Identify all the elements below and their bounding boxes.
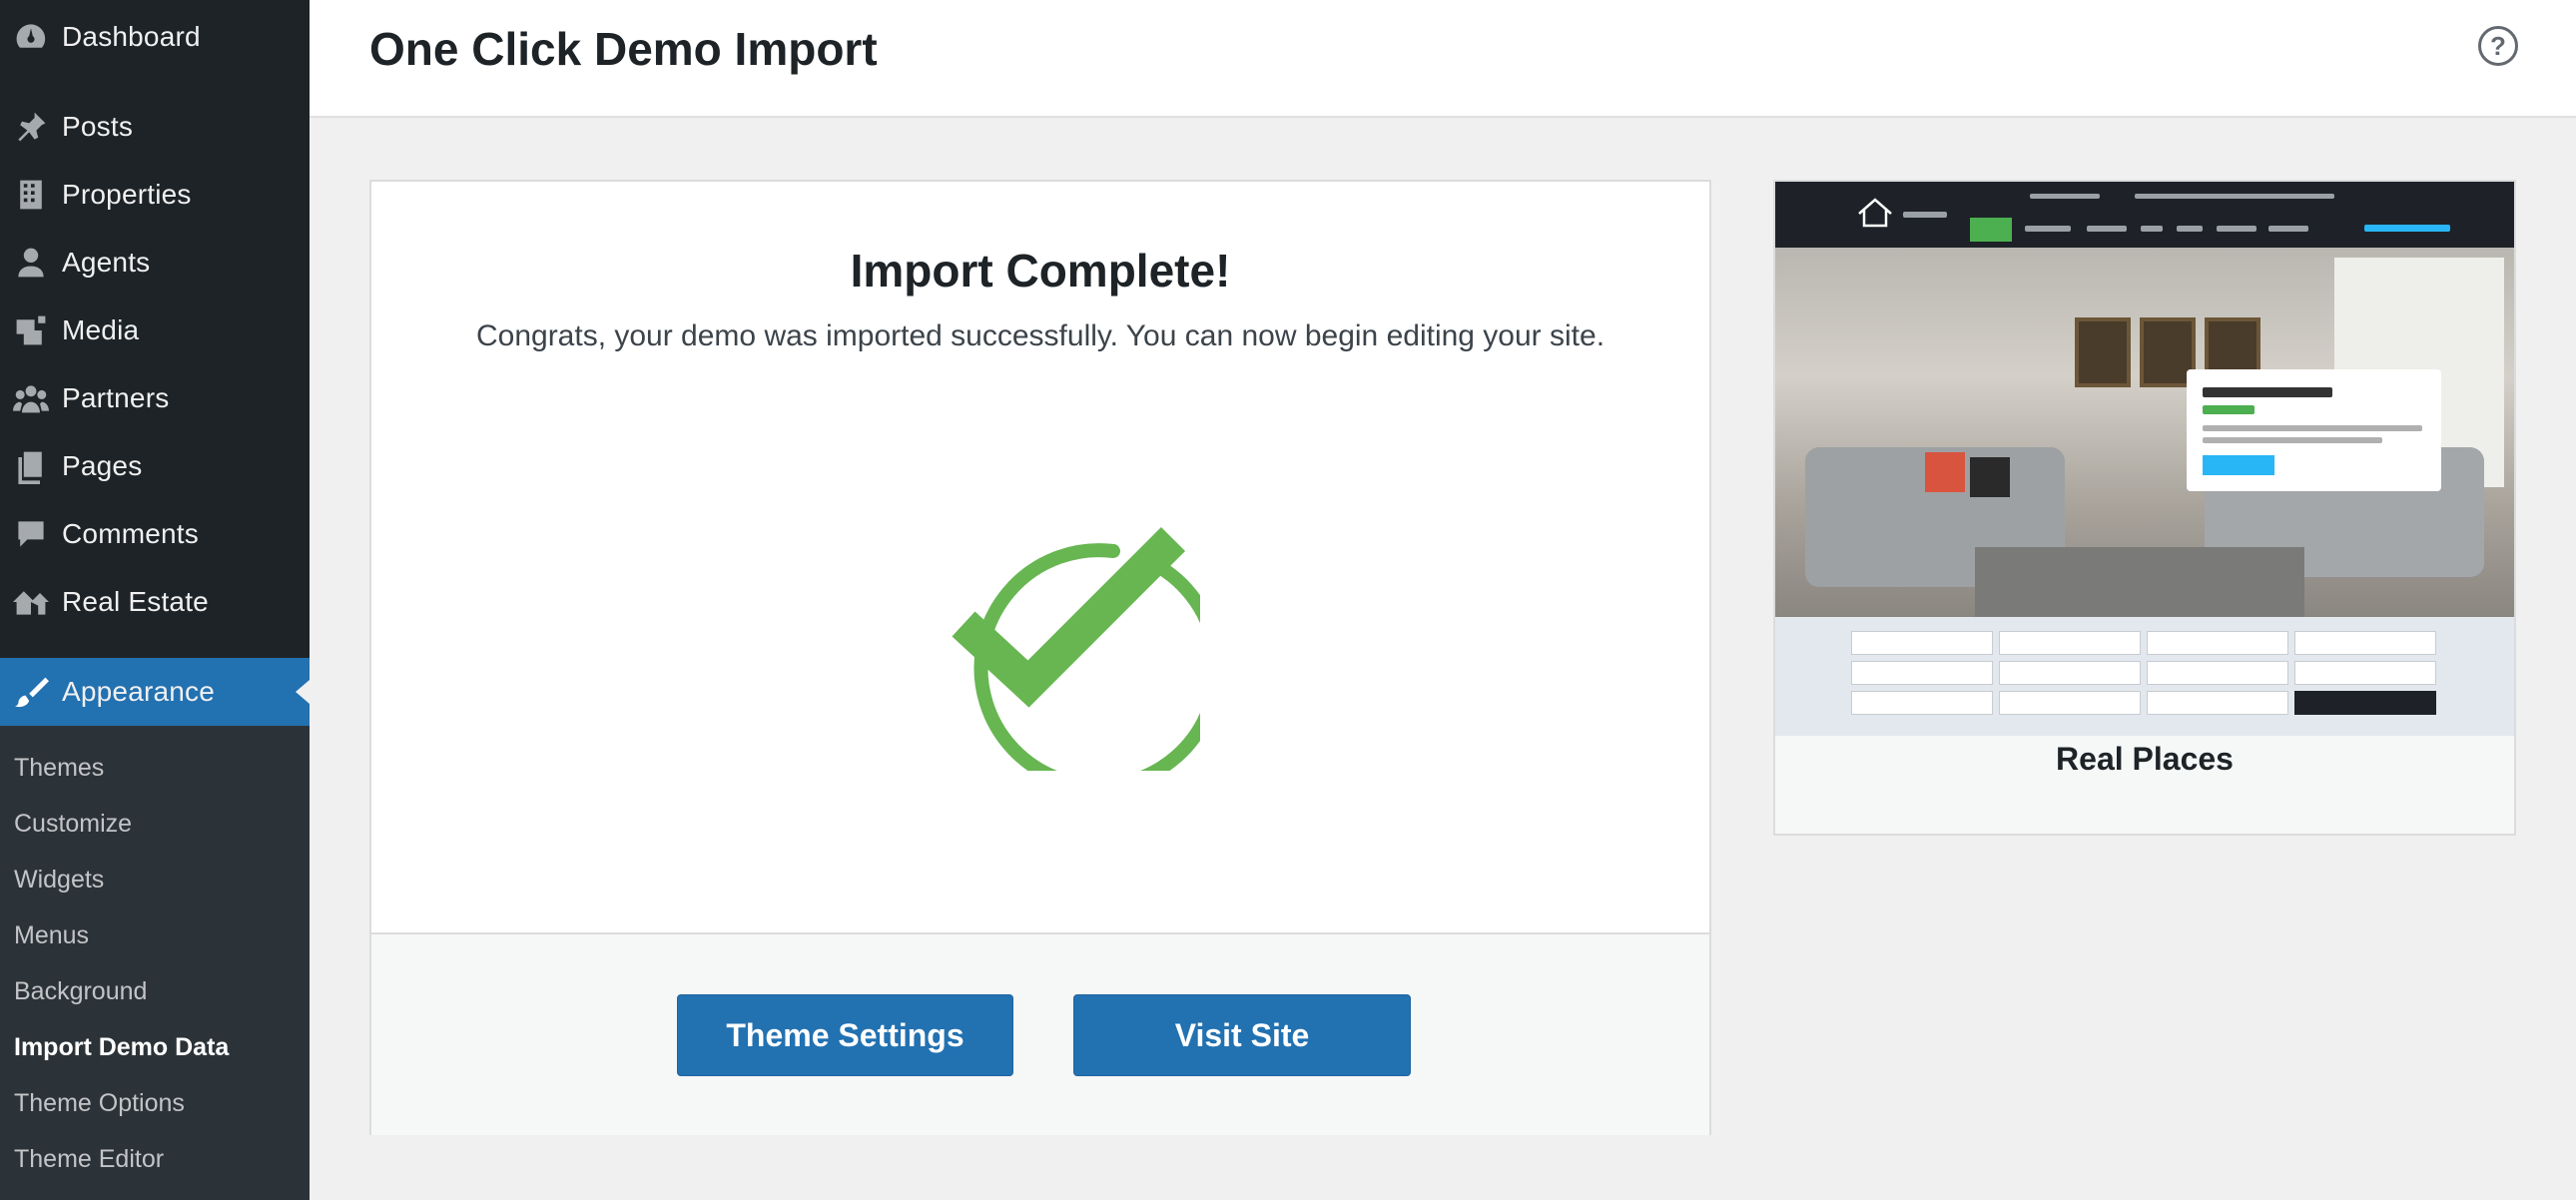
comment-icon xyxy=(0,504,62,564)
search-field xyxy=(2147,691,2288,715)
menu-item-appearance[interactable]: Appearance xyxy=(0,658,310,726)
search-field xyxy=(2147,631,2288,655)
rug xyxy=(1975,547,2304,617)
building-icon xyxy=(0,165,62,225)
living-room-photo xyxy=(1775,248,2514,683)
dashboard-icon xyxy=(0,7,62,67)
decor-line xyxy=(2203,425,2422,431)
submenu-item-theme-options[interactable]: Theme Options xyxy=(14,1083,185,1123)
houses-icon xyxy=(0,572,62,632)
menu-item-real-estate[interactable]: Real Estate xyxy=(0,572,310,632)
menu-label: Appearance xyxy=(62,676,216,707)
decor-line xyxy=(1903,212,1947,218)
card-footer: Theme Settings Visit Site xyxy=(371,932,1709,1135)
menu-label: Partners xyxy=(62,382,170,413)
user-icon xyxy=(0,233,62,293)
decor-line xyxy=(2268,226,2308,232)
admin-sidebar: Dashboard Posts Properties Agents Media … xyxy=(0,0,310,1200)
decor-line xyxy=(2141,226,2163,232)
demo-screenshot xyxy=(1775,182,2514,736)
menu-item-dashboard[interactable]: Dashboard xyxy=(0,7,310,67)
decor-line xyxy=(2177,226,2203,232)
submenu-item-background[interactable]: Background xyxy=(14,971,147,1011)
search-field xyxy=(1999,691,2141,715)
appearance-submenu: Themes Customize Widgets Menus Backgroun… xyxy=(0,726,310,1200)
menu-item-agents[interactable]: Agents xyxy=(0,233,310,293)
groups-icon xyxy=(0,368,62,428)
media-icon xyxy=(0,300,62,360)
decor-line xyxy=(2203,387,2332,397)
decor-line xyxy=(2203,405,2254,414)
pages-icon xyxy=(0,436,62,496)
submenu-item-widgets[interactable]: Widgets xyxy=(14,860,104,900)
menu-label: Dashboard xyxy=(62,21,201,52)
demo-phone-line xyxy=(2364,225,2450,232)
decor-line xyxy=(2135,194,2334,199)
featured-listing-card xyxy=(2187,369,2441,491)
decor-line xyxy=(2087,226,2127,232)
search-field xyxy=(2294,661,2436,685)
brush-icon xyxy=(0,662,62,722)
menu-label: Posts xyxy=(62,111,134,142)
page-header: One Click Demo Import ? xyxy=(310,0,2576,118)
pillow xyxy=(1970,457,2010,497)
search-field xyxy=(1999,631,2141,655)
import-complete-title: Import Complete! xyxy=(850,245,1231,297)
import-result-card: Import Complete! Congrats, your demo was… xyxy=(369,180,1711,1135)
decor-line xyxy=(2217,226,2256,232)
menu-item-partners[interactable]: Partners xyxy=(0,368,310,428)
search-field xyxy=(2147,661,2288,685)
import-complete-message: Congrats, your demo was imported success… xyxy=(475,319,1606,352)
menu-label: Media xyxy=(62,314,140,345)
decor-button xyxy=(2203,455,2274,475)
house-logo-icon xyxy=(1858,198,1892,228)
menu-item-posts[interactable]: Posts xyxy=(0,97,310,157)
menu-label: Pages xyxy=(62,450,143,481)
menu-label: Agents xyxy=(62,247,151,278)
search-field xyxy=(1999,661,2141,685)
pin-icon xyxy=(0,97,62,157)
picture-frame xyxy=(2075,317,2131,387)
search-submit xyxy=(2294,691,2436,715)
submenu-item-theme-editor[interactable]: Theme Editor xyxy=(14,1139,164,1179)
menu-item-pages[interactable]: Pages xyxy=(0,436,310,496)
search-field xyxy=(1851,661,1993,685)
visit-site-button[interactable]: Visit Site xyxy=(1073,994,1411,1076)
menu-label: Real Estate xyxy=(62,586,209,617)
demo-name: Real Places xyxy=(2056,741,2234,777)
search-field xyxy=(1851,691,1993,715)
checkmark-circle-icon xyxy=(952,526,1200,771)
menu-item-comments[interactable]: Comments xyxy=(0,504,310,564)
search-field xyxy=(1851,631,1993,655)
pillow xyxy=(1925,452,1965,492)
menu-item-media[interactable]: Media xyxy=(0,300,310,360)
demo-search-form xyxy=(1775,617,2514,736)
decor-line xyxy=(2025,226,2071,232)
decor-line xyxy=(2203,437,2382,443)
help-icon[interactable]: ? xyxy=(2478,26,2518,66)
menu-label: Properties xyxy=(62,179,192,210)
submenu-item-themes[interactable]: Themes xyxy=(14,748,104,788)
page-title: One Click Demo Import xyxy=(369,23,878,75)
submenu-item-customize[interactable]: Customize xyxy=(14,804,132,844)
decor-line xyxy=(2030,194,2100,199)
menu-label: Comments xyxy=(62,518,199,549)
demo-preview-card: Real Places xyxy=(1773,180,2516,836)
theme-settings-button[interactable]: Theme Settings xyxy=(677,994,1013,1076)
menu-item-properties[interactable]: Properties xyxy=(0,165,310,225)
demo-nav-home xyxy=(1970,218,2012,242)
submenu-item-menus[interactable]: Menus xyxy=(14,915,89,955)
submenu-item-import-demo-data[interactable]: Import Demo Data xyxy=(14,1027,229,1067)
demo-navbar xyxy=(1775,182,2514,248)
search-field xyxy=(2294,631,2436,655)
